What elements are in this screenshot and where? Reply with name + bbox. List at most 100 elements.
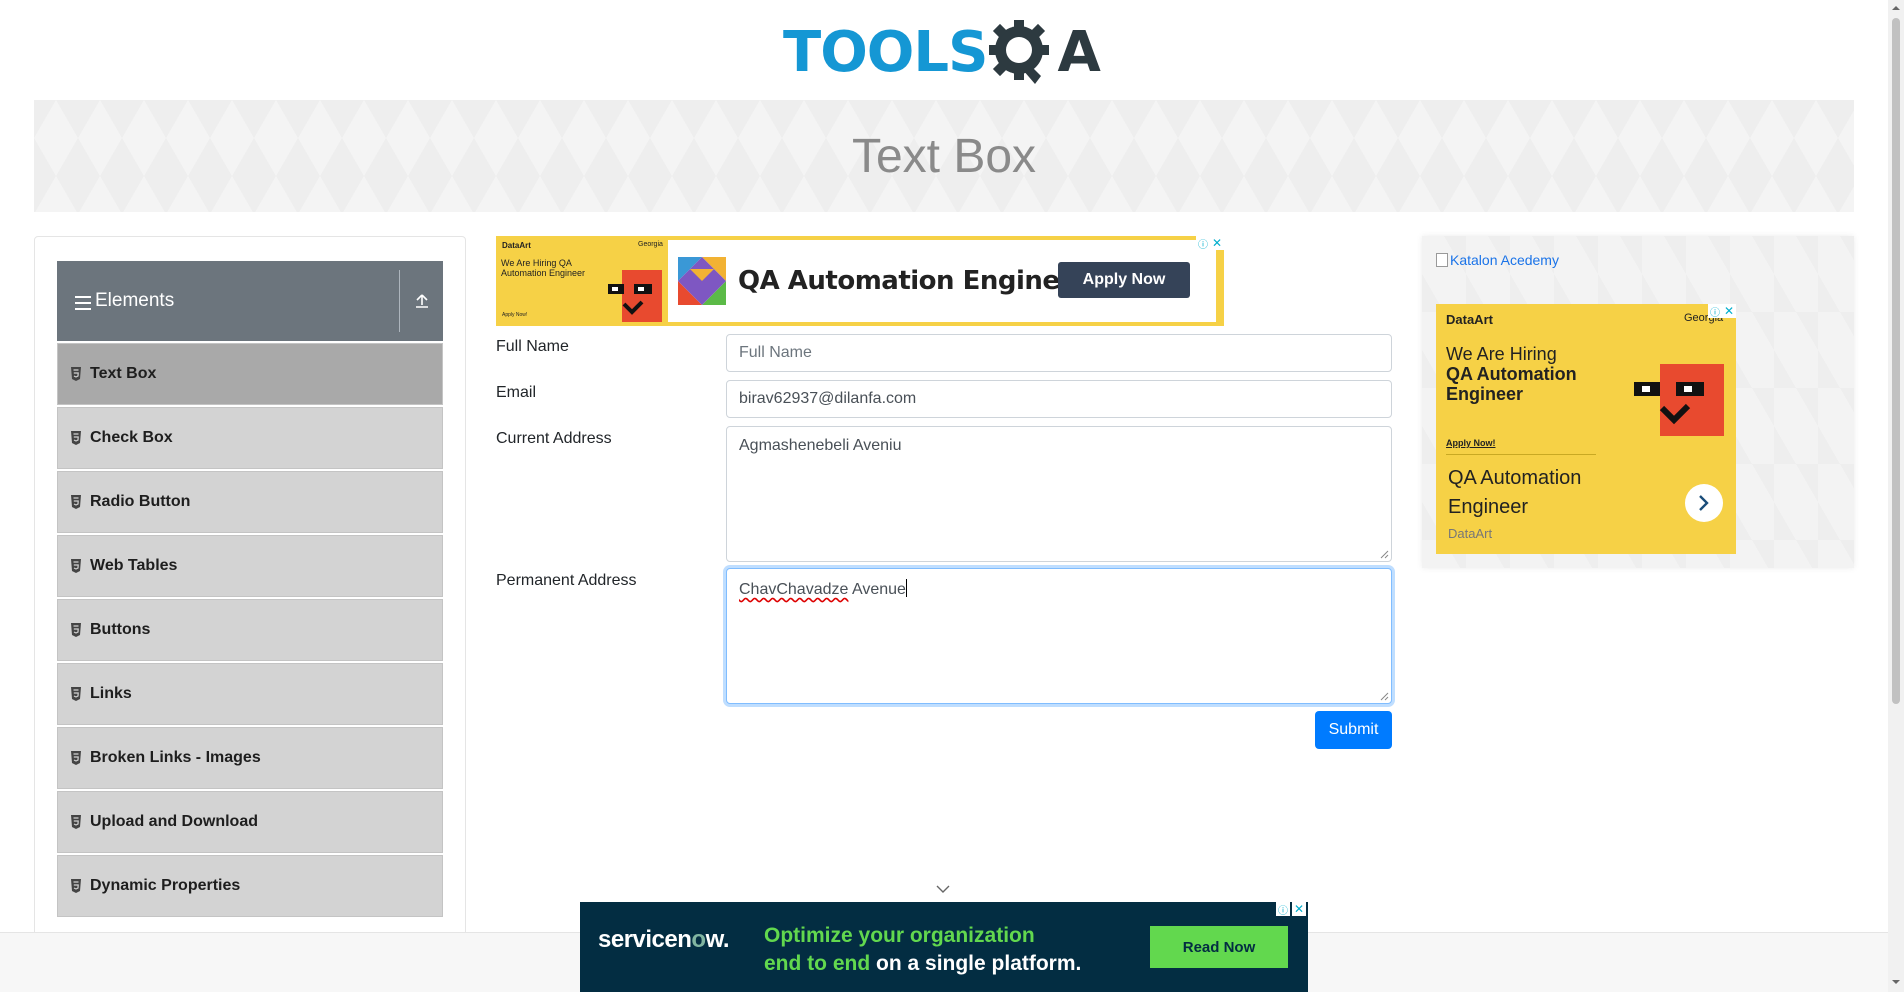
gear-magnifier-icon: [989, 20, 1050, 84]
sidebar-item-label: Dynamic Properties: [90, 877, 241, 894]
sidebar-item-label: Text Box: [90, 365, 157, 382]
side-ad-sub: DataArt: [1448, 526, 1493, 541]
broken-image-icon: [1436, 253, 1448, 267]
collapse-group-button[interactable]: [400, 261, 443, 341]
sidebar-item-buttons[interactable]: Buttons: [57, 599, 443, 661]
ad-info-icon[interactable]: ⓘ: [1196, 236, 1210, 251]
katalon-image-link[interactable]: Katalon Acedemy: [1436, 252, 1559, 268]
ad-mascot-icon: [608, 270, 662, 322]
current-address-textarea[interactable]: Agmashenebeli Aveniu: [726, 426, 1392, 562]
full-name-label: Full Name: [496, 338, 569, 355]
logo-text-tools: TOOLS: [783, 20, 988, 85]
side-ad-brand: DataArt: [1446, 312, 1493, 327]
sidebar-item-dynamic-properties[interactable]: Dynamic Properties: [57, 855, 443, 917]
collapse-up-icon: [415, 294, 428, 308]
sidebar-item-broken-links[interactable]: Broken Links - Images: [57, 727, 443, 789]
full-name-input[interactable]: Full Name: [726, 334, 1392, 372]
email-label: Email: [496, 384, 537, 401]
page-title: Text Box: [851, 129, 1037, 183]
servicenow-logo-post: w.: [705, 926, 730, 953]
side-ad-apply-now[interactable]: Apply Now!: [1446, 438, 1496, 448]
side-ad-banner[interactable]: DataArt Georgia We Are Hiring QA Automat…: [1436, 304, 1736, 554]
elements-menu: Text Box Check Box Radio Button Web Tabl…: [57, 343, 443, 919]
sidebar: Elements Text Box Check Box Radio Button: [34, 236, 466, 936]
submit-button[interactable]: Submit: [1315, 711, 1392, 749]
sidebar-item-label: Radio Button: [90, 493, 191, 510]
sidebar-item-links[interactable]: Links: [57, 663, 443, 725]
full-name-placeholder: Full Name: [739, 344, 812, 361]
elements-group-header[interactable]: Elements: [57, 261, 443, 341]
html5-icon: [71, 687, 81, 701]
bottom-ad-copy: Optimize your organization end to end on…: [764, 922, 1081, 978]
bottom-ad-line1: Optimize your organization: [764, 924, 1035, 947]
ad-location: Georgia: [638, 241, 663, 248]
resize-grip-icon[interactable]: [1380, 550, 1389, 559]
resize-grip-icon[interactable]: [1380, 692, 1389, 701]
sidebar-item-text-box[interactable]: Text Box: [57, 343, 443, 405]
html5-icon: [71, 431, 81, 445]
chevron-down-icon[interactable]: [936, 884, 950, 894]
page: TOOLS A Text Box Elements Text Box Check…: [0, 0, 1904, 992]
ad-apply-small: Apply Now!: [502, 312, 528, 318]
read-now-button[interactable]: Read Now: [1150, 926, 1288, 968]
group-title-label: Elements: [95, 290, 175, 311]
sidebar-item-label: Links: [90, 685, 132, 702]
permanent-address-label: Permanent Address: [496, 572, 637, 589]
current-address-value: Agmashenebeli Aveniu: [739, 437, 902, 454]
chevron-right-icon: [1699, 495, 1709, 511]
sidebar-item-label: Web Tables: [90, 557, 178, 574]
servicenow-logo-pre: servicen: [598, 926, 692, 953]
sidebar-item-label: Buttons: [90, 621, 151, 638]
side-ad-hiring: We Are Hiring QA Automation Engineer: [1446, 344, 1616, 404]
ad-brand: DataArt: [502, 241, 531, 250]
servicenow-logo: servicenow.: [598, 926, 730, 954]
ad-headline: QA Automation Engineer: [738, 266, 1090, 296]
bottom-ad-line2: end to end on a single platform.: [764, 950, 1081, 978]
ad-product-logo-icon: [678, 257, 726, 305]
html5-icon: [71, 495, 81, 509]
side-ad-info-icon[interactable]: ⓘ: [1708, 304, 1722, 319]
text-caret: [905, 579, 907, 597]
side-ad-hiring-line2: QA Automation Engineer: [1446, 364, 1577, 404]
page-scrollbar[interactable]: [1888, 0, 1904, 992]
scroll-up-icon[interactable]: [1892, 4, 1900, 12]
side-ad-next-button[interactable]: [1685, 484, 1723, 522]
ad-close-icon[interactable]: ✕: [1210, 236, 1224, 250]
html5-icon: [71, 623, 81, 637]
side-ad-close-icon[interactable]: ✕: [1722, 304, 1736, 318]
html5-icon: [71, 559, 81, 573]
side-ad-mascot-icon: [1634, 364, 1724, 436]
permanent-address-value-rest: Avenue: [848, 581, 906, 598]
html5-icon: [71, 751, 81, 765]
katalon-image-alt: Katalon Acedemy: [1450, 252, 1559, 268]
servicenow-logo-o: o: [691, 926, 706, 953]
sidebar-item-upload-download[interactable]: Upload and Download: [57, 791, 443, 853]
scroll-down-icon[interactable]: [1892, 978, 1900, 986]
html5-icon: [71, 367, 81, 381]
sidebar-item-label: Check Box: [90, 429, 173, 446]
sidebar-item-label: Upload and Download: [90, 813, 258, 830]
toolsqa-logo[interactable]: TOOLS A: [783, 16, 1101, 90]
right-ad-panel: Katalon Acedemy DataArt Georgia We Are H…: [1422, 236, 1854, 568]
bottom-ad-info-icon[interactable]: ⓘ: [1276, 902, 1290, 917]
side-ad-divider: [1446, 454, 1596, 455]
current-address-label: Current Address: [496, 430, 612, 447]
top-ad-banner[interactable]: DataArt Georgia We Are Hiring QA Automat…: [496, 236, 1224, 326]
sidebar-item-check-box[interactable]: Check Box: [57, 407, 443, 469]
bottom-ad-close-icon[interactable]: ✕: [1292, 902, 1306, 916]
ad-apply-now-button[interactable]: Apply Now: [1058, 262, 1190, 298]
group-title: Elements: [57, 290, 399, 312]
scrollbar-thumb[interactable]: [1892, 18, 1900, 704]
ad-hiring-text: We Are Hiring QA Automation Engineer: [501, 258, 586, 278]
email-value: birav62937@dilanfa.com: [739, 390, 917, 407]
sidebar-item-web-tables[interactable]: Web Tables: [57, 535, 443, 597]
bottom-ad-banner[interactable]: servicenow. Optimize your organization e…: [580, 902, 1308, 992]
side-ad-hiring-line1: We Are Hiring: [1446, 344, 1557, 364]
email-input[interactable]: birav62937@dilanfa.com: [726, 380, 1392, 418]
sidebar-item-radio-button[interactable]: Radio Button: [57, 471, 443, 533]
permanent-address-textarea[interactable]: ChavChavadze Avenue: [726, 568, 1392, 704]
hamburger-icon: [75, 295, 91, 310]
side-ad-headline: QA Automation Engineer: [1448, 467, 1582, 518]
logo-text-a: A: [1057, 20, 1101, 85]
bottom-ad-line2-white: on a single platform.: [870, 952, 1082, 975]
